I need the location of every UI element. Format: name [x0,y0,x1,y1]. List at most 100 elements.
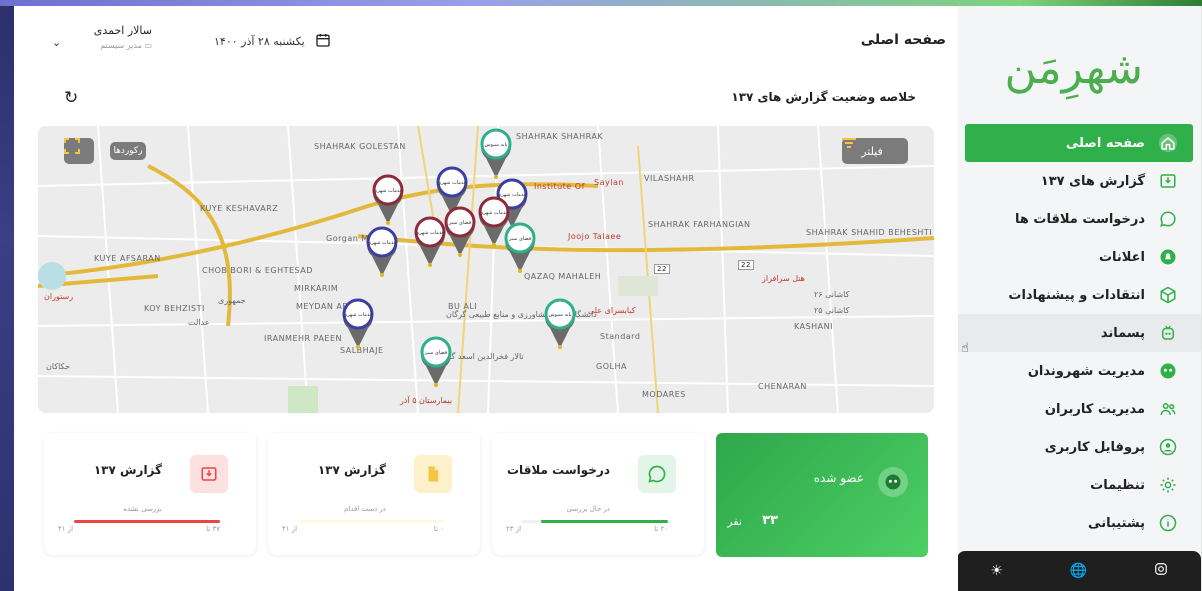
map-label: کاشانی ۲۶ [814,290,850,299]
main-content: صفحه اصلی یکشنبه ۲۸ آذر ۱۴۰۰ سالار احمدی… [14,6,958,591]
svg-text:پایه سبوس: پایه سبوس [549,312,573,318]
map-label: Saylan [594,178,624,187]
sidebar-item-settings[interactable]: تنظیمات [965,466,1193,504]
map-label: جمهوری [218,296,246,305]
sidebar-item-profile[interactable]: پروفایل کاربری [965,428,1193,466]
sidebar-item-label: پشتیبانی [1088,515,1145,531]
sidebar-item-label: درخواست ملاقات ها [1015,211,1145,227]
svg-text:پایه سبوس: پایه سبوس [485,142,509,148]
card-title: گزارش ۱۳۷ [93,463,162,477]
svg-text:خدمات شهری: خدمات شهری [479,210,508,216]
map-label: هتل سرافراز [762,274,805,283]
recycle-icon [1157,322,1179,344]
id-card-icon: ▭ [144,41,152,50]
card-bar-labels: ۲۰ تا از ۲۳ [506,525,668,533]
card-from-label: از ۲۳ [506,525,522,533]
globe-icon[interactable]: 🌐 [1070,563,1087,579]
map-pin-services[interactable]: خدمات شهری [370,174,406,226]
card-progress-fill [540,520,668,523]
sun-icon[interactable]: ☀ [990,563,1003,579]
map-pin-bran[interactable]: پایه سبوس [478,128,514,180]
map-layers-button[interactable]: رکوردها [110,142,146,160]
sidebar-item-users[interactable]: مدیریت کاربران [965,390,1193,428]
map-label: KUYE KESHAVARZ [200,204,279,213]
map-label: SHAHRAK SHAHID BEHESHTI [806,228,933,237]
card-title: درخواست ملاقات [507,463,610,477]
map-label: کاشانی ۲۵ [814,306,850,315]
sidebar-item-label: گزارش های ۱۳۷ [1040,173,1145,189]
sidebar-item-label: تنظیمات [1090,477,1145,493]
unreviewed-card[interactable]: گزارش ۱۳۷ بررسی نشده ۳۷ تا از ۴۱ [44,433,256,555]
in-progress-card[interactable]: گزارش ۱۳۷ در دست اقدام ۰ تا از ۴۱ [268,433,480,555]
card-subtitle: در حال بررسی [566,505,610,513]
reports-map[interactable]: SHAHRAK GOLESTAN SHAHRAK SHAHRAK KUYE KE… [38,126,934,413]
card-subtitle: بررسی نشده [123,505,162,513]
card-from-label: از ۴۱ [58,525,74,533]
box-icon [1157,284,1179,306]
svg-text:خدمات شهری: خدمات شهری [373,188,402,194]
users-icon [1157,398,1179,420]
map-pin-services[interactable]: خدمات شهری [364,226,400,278]
card-to-label: ۰ تا [433,525,444,533]
date-text: یکشنبه ۲۸ آذر ۱۴۰۰ [214,35,305,48]
map-label: MODARES [642,390,686,399]
archive-icon [190,455,228,493]
svg-text:خدمات شهری: خدمات شهری [437,180,466,186]
sidebar-nav: صفحه اصلی گزارش های ۱۳۷ درخواست ملاقات ه… [957,124,1201,542]
citizens-icon [1157,360,1179,382]
map-pin-green[interactable]: فضای سبز [418,336,454,388]
map-pin-services[interactable]: خدمات شهری [340,298,376,350]
instagram-icon[interactable] [1154,562,1168,580]
svg-text:خدمات شهری: خدمات شهری [343,312,372,318]
app-window: شهرِمَن صفحه اصلی گزارش های ۱۳۷ درخواست … [14,6,1202,591]
svg-text:خدمات شهری: خدمات شهری [367,240,396,246]
sidebar-item-label: مدیریت کاربران [1044,401,1145,417]
sidebar: شهرِمَن صفحه اصلی گزارش های ۱۳۷ درخواست … [957,6,1202,591]
map-label: SHAHRAK FARHANGIAN [648,220,751,229]
chevron-down-icon[interactable]: ⌄ [52,36,61,49]
sidebar-item-home[interactable]: صفحه اصلی [965,124,1193,162]
summary-title: خلاصه وضعیت گزارش های ۱۳۷ [731,90,916,104]
card-to-label: ۳۷ تا [206,525,220,533]
map-label: عدالت [188,318,210,327]
sidebar-item-feedback[interactable]: انتقادات و پیشنهادات [965,276,1193,314]
card-subtitle: در دست اقدام [343,505,386,513]
card-progress-bar [522,520,668,523]
refresh-icon[interactable]: ↻ [64,88,78,108]
map-label: SHAHRAK GOLESTAN [314,142,406,151]
map-label: حکاکان [46,362,70,371]
members-count: ۳۳ [762,513,778,528]
app-logo[interactable]: شهرِمَن [1005,40,1144,98]
svg-text:فضای سبز: فضای سبز [424,350,448,356]
gear-icon [1157,474,1179,496]
sidebar-item-reports[interactable]: گزارش های ۱۳۷ [965,162,1193,200]
map-label: رستوران [44,292,74,301]
user-menu[interactable]: سالار احمدی ▭ مدیر سیستم ⌄ [52,24,152,50]
card-progress-fill [74,520,220,523]
sidebar-item-citizens[interactable]: مدیریت شهروندان [965,352,1193,390]
map-label: بیمارستان ۵ آذر [400,396,453,405]
members-card[interactable]: عضو شده ۳۳ نفر [716,433,928,557]
meetings-card[interactable]: درخواست ملاقات در حال بررسی ۲۰ تا از ۲۳ [492,433,704,555]
page-header: صفحه اصلی یکشنبه ۲۸ آذر ۱۴۰۰ سالار احمدی… [14,6,958,78]
map-label: KUYE AFSARAN [94,254,161,263]
sidebar-item-notifications[interactable]: اعلانات [965,238,1193,276]
sidebar-item-waste[interactable]: پسماند [957,314,1201,352]
svg-text:خدمات شهری: خدمات شهری [415,230,444,236]
card-progress-bar [74,520,220,523]
sidebar-item-label: صفحه اصلی [1065,135,1145,151]
sidebar-item-label: پروفایل کاربری [1044,439,1145,455]
sidebar-footer: ☀ 🌐 [957,551,1201,591]
calendar-icon [315,32,331,51]
sidebar-item-support[interactable]: پشتیبانی [965,504,1193,542]
map-label: MIRKARIM [294,284,339,293]
map-pin-bran[interactable]: پایه سبوس [542,298,578,350]
map-filter-button[interactable]: فیلتر [842,138,908,164]
map-label: KOY BEHZISTI [144,304,205,313]
expand-icon[interactable] [64,138,94,164]
map-pin-green[interactable]: فضای سبز [442,206,478,258]
sidebar-item-meetings[interactable]: درخواست ملاقات ها [965,200,1193,238]
map-pin-green[interactable]: فضای سبز [502,222,538,274]
map-label: Standard [600,332,641,341]
archive-icon [1157,170,1179,192]
